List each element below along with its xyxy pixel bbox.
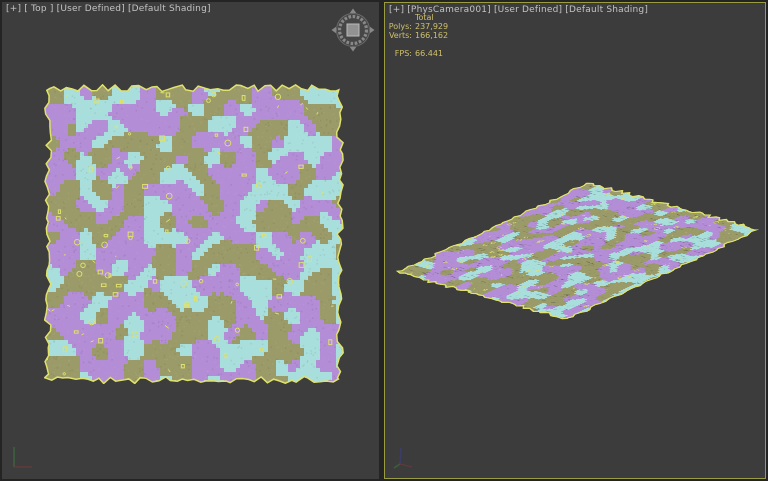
viewcube[interactable] bbox=[331, 8, 375, 52]
viewcube-arrow-west[interactable] bbox=[332, 27, 337, 33]
viewcube-arrow-south[interactable] bbox=[350, 47, 356, 52]
stats-verts-value: 166,162 bbox=[415, 32, 448, 41]
viewcube-arrow-east[interactable] bbox=[370, 27, 375, 33]
stats-fps-value: 66.441 bbox=[415, 41, 448, 59]
terrain-top-view[interactable] bbox=[44, 84, 344, 384]
frame-top bbox=[0, 0, 768, 2]
stats-fps-label: FPS: bbox=[388, 41, 415, 59]
statistics-panel: Total Polys: 237,929 Verts: 166,162 FPS:… bbox=[388, 14, 448, 59]
viewcube-arrow-north[interactable] bbox=[350, 9, 356, 14]
viewport-camera[interactable]: [+] [PhysCamera001] [User Defined] [Defa… bbox=[384, 2, 766, 479]
axis-tripod-camera-view bbox=[390, 442, 424, 470]
viewport-top-label[interactable]: [+] [ Top ] [User Defined] [Default Shad… bbox=[6, 4, 211, 15]
axis-tripod-top-view bbox=[5, 445, 39, 473]
terrain-camera-view[interactable] bbox=[385, 3, 765, 478]
max-viewport-area: [+] [ Top ] [User Defined] [Default Shad… bbox=[0, 0, 768, 481]
viewport-top[interactable]: [+] [ Top ] [User Defined] [Default Shad… bbox=[2, 2, 379, 479]
stats-verts-label: Verts: bbox=[388, 32, 415, 41]
viewcube-top-face[interactable] bbox=[347, 24, 359, 36]
